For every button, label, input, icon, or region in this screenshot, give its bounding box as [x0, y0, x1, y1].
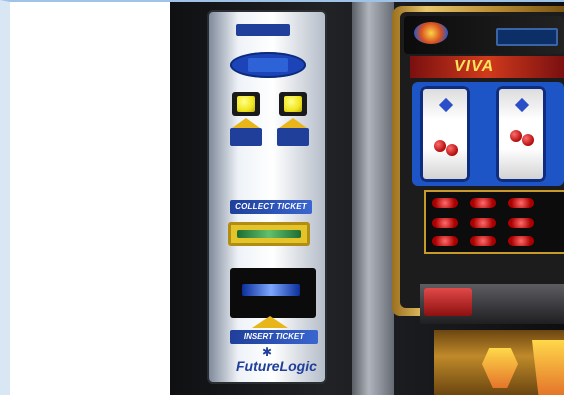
insert-ticket-label: INSERT TICKET	[243, 332, 305, 341]
brand-plate	[236, 24, 290, 36]
cherry-symbol-icon	[446, 144, 458, 156]
credit-meter	[496, 28, 558, 46]
pay-symbol	[432, 236, 458, 246]
pay-symbol	[432, 218, 458, 228]
cherry-symbol-icon	[522, 134, 534, 146]
machine-title: VIVA	[454, 58, 495, 75]
print-ticket-button[interactable]	[232, 92, 260, 116]
mirror-reflection	[352, 2, 394, 395]
credit-button[interactable]	[279, 92, 307, 116]
pay-symbol	[470, 236, 496, 246]
brand-logo: FutureLogic	[236, 358, 317, 374]
pay-symbol	[508, 236, 534, 246]
ticket-input-slot[interactable]	[242, 284, 300, 296]
ticket-output-light	[237, 230, 301, 238]
up-arrow-icon	[232, 118, 260, 128]
insert-arrow-icon	[252, 316, 288, 328]
emblem-icon	[414, 22, 448, 44]
cherry-symbol-icon	[434, 140, 446, 152]
button-right-tag	[277, 128, 309, 146]
collect-ticket-label: COLLECT TICKET	[235, 202, 307, 211]
blank-area	[10, 2, 178, 395]
pay-symbol	[432, 198, 458, 208]
pay-symbol	[470, 218, 496, 228]
pay-symbol	[470, 198, 496, 208]
cherry-symbol-icon	[510, 130, 522, 142]
up-arrow-icon	[279, 118, 307, 128]
spin-button[interactable]	[424, 288, 472, 316]
display-screen	[248, 58, 288, 72]
button-left-tag	[230, 128, 262, 146]
bezel-label	[242, 300, 304, 310]
pay-symbol	[508, 198, 534, 208]
pay-symbol	[508, 218, 534, 228]
